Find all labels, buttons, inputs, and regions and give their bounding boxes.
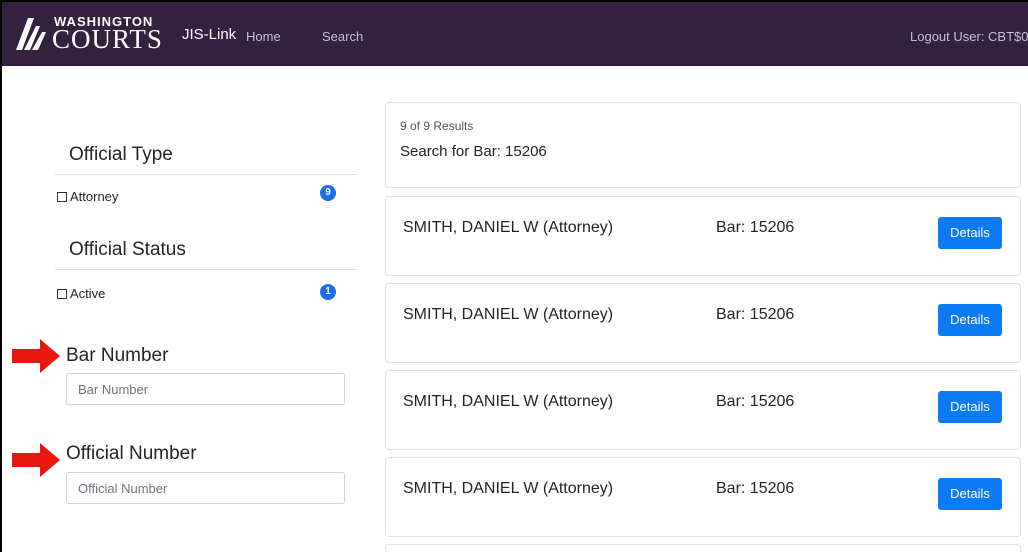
official-type-divider [55,174,357,175]
result-bar-number: Bar: 15206 [716,219,795,236]
logo-main-text: COURTS [52,24,163,54]
nav-link-search[interactable]: Search [322,29,363,44]
active-count-badge: 1 [320,284,336,300]
details-button[interactable]: Details [938,304,1002,336]
active-checkbox[interactable] [57,288,67,299]
app-brand[interactable]: JIS-Link [182,26,236,43]
washington-courts-logo[interactable]: WASHINGTON COURTS [14,14,174,54]
official-status-heading: Official Status [69,239,186,260]
result-name[interactable]: SMITH, DANIEL W (Attorney) [403,306,613,324]
bar-number-label: Bar Number [66,345,169,366]
official-number-label: Official Number [66,443,197,464]
results-count: 9 of 9 Results [400,119,474,133]
logout-user-link[interactable]: Logout User: CBT$0 [910,29,1028,44]
details-button[interactable]: Details [938,391,1002,423]
active-option-label: Active [70,286,106,301]
result-name[interactable]: SMITH, DANIEL W (Attorney) [403,393,613,411]
result-row-partial [385,544,1021,552]
search-query-text: Search for Bar: 15206 [400,143,547,160]
results-summary-card: 9 of 9 Results Search for Bar: 15206 [385,102,1021,188]
active-filter-option[interactable]: Active [57,286,105,301]
official-status-divider [55,269,357,270]
result-row: SMITH, DANIEL W (Attorney) Bar: 15206 De… [385,196,1021,276]
official-type-heading: Official Type [69,144,173,165]
bar-number-input[interactable] [66,373,345,405]
washington-courts-logo-icon [16,18,46,50]
result-bar-number: Bar: 15206 [716,393,795,410]
result-row: SMITH, DANIEL W (Attorney) Bar: 15206 De… [385,457,1021,537]
result-row: SMITH, DANIEL W (Attorney) Bar: 15206 De… [385,370,1021,450]
result-bar-number: Bar: 15206 [716,480,795,497]
nav-link-home[interactable]: Home [246,29,281,44]
page-frame: WASHINGTON COURTS JIS-Link Home Search L… [0,0,1028,552]
result-name[interactable]: SMITH, DANIEL W (Attorney) [403,219,613,237]
attorney-count-badge: 9 [320,185,336,201]
result-name[interactable]: SMITH, DANIEL W (Attorney) [403,480,613,498]
attorney-filter-option[interactable]: Attorney [57,189,118,204]
red-arrow-icon [12,443,60,477]
attorney-option-label: Attorney [70,189,119,204]
result-bar-number: Bar: 15206 [716,306,795,323]
top-navbar: WASHINGTON COURTS JIS-Link Home Search L… [2,2,1028,66]
details-button[interactable]: Details [938,478,1002,510]
red-arrow-icon [12,339,60,373]
attorney-checkbox[interactable] [57,191,67,202]
details-button[interactable]: Details [938,217,1002,249]
official-number-input[interactable] [66,472,345,504]
result-row: SMITH, DANIEL W (Attorney) Bar: 15206 De… [385,283,1021,363]
